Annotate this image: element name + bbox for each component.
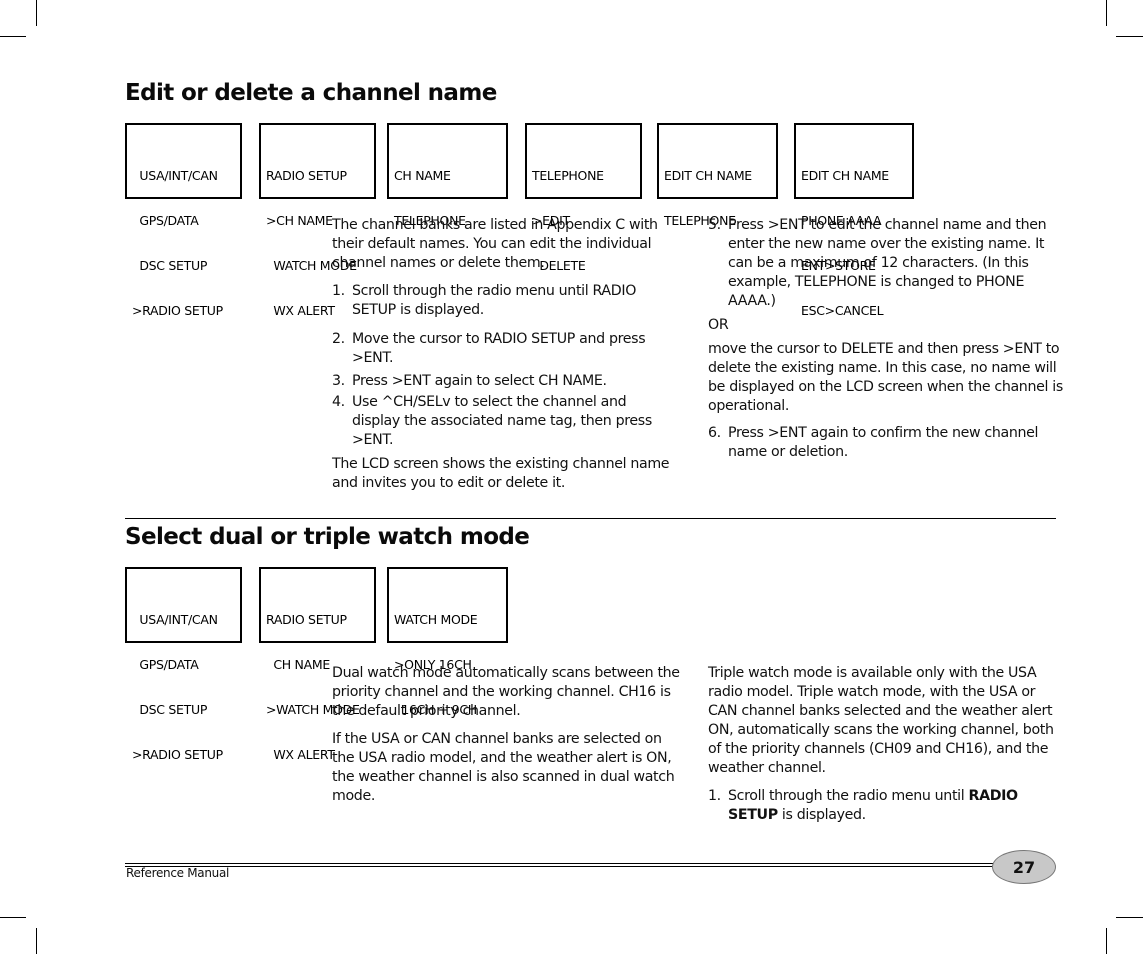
step-item: 1. Scroll through the radio menu until R… [708, 787, 1058, 825]
lcd-line: USA/INT/CAN [132, 612, 218, 627]
crop-mark-top-right-h [1116, 36, 1143, 37]
lcd-screen: RADIO SETUP >CH NAME WATCH MODE WX ALERT [259, 123, 376, 318]
lcd-line: RADIO SETUP [266, 612, 347, 627]
intro-paragraph: The channel banks are listed in Appendix… [332, 217, 658, 271]
step-text: Scroll through the radio menu until RADI… [728, 787, 1058, 825]
step-text: Press >ENT again to select CH NAME. [352, 373, 607, 389]
footer-double-rule [125, 863, 995, 867]
step-number: 1. [332, 283, 345, 299]
lcd-line: WATCH MODE [394, 612, 478, 627]
step-item: 2. Move the cursor to RADIO SETUP and pr… [332, 330, 677, 368]
step-text: Press >ENT to edit the channel name and … [728, 217, 1047, 309]
lcd-line: EDIT CH NAME [664, 168, 752, 183]
lcd-screen: USA/INT/CAN GPS/DATA DSC SETUP >RADIO SE… [125, 567, 242, 762]
crop-mark-bottom-right-v [1106, 928, 1107, 954]
page-number: 27 [1012, 857, 1036, 877]
step-text: Move the cursor to RADIO SETUP and press… [352, 331, 646, 366]
step-text: Press >ENT again to confirm the new chan… [728, 425, 1039, 460]
lcd-screen: RADIO SETUP CH NAME >WATCH MODE WX ALERT [259, 567, 376, 762]
lcd-line: CH NAME [394, 168, 451, 183]
crop-mark-bottom-right-h [1116, 917, 1143, 918]
crop-mark-bottom-left-v [36, 928, 37, 954]
section-title-edit-channel-name: Edit or delete a channel name [125, 80, 497, 106]
step-number: 1. [708, 788, 721, 804]
step-item: 4. Use ^CH/SELv to select the channel an… [332, 393, 677, 450]
crop-mark-bottom-left-h [0, 917, 26, 918]
section2-right-column: Triple watch mode is available only with… [708, 664, 1058, 830]
step-number: 4. [332, 394, 345, 410]
page-number-badge: 27 [992, 850, 1056, 884]
step-number: 3. [332, 373, 345, 389]
note-paragraph: The LCD screen shows the existing channe… [332, 456, 670, 491]
lcd-line: USA/INT/CAN [132, 168, 218, 183]
section2-left-column: Dual watch mode automatically scans betw… [332, 664, 682, 815]
step-item: 3. Press >ENT again to select CH NAME. [332, 372, 677, 391]
lcd-line: >RADIO SETUP [132, 747, 223, 762]
lcd-line: RADIO SETUP [266, 168, 347, 183]
lcd-line: GPS/DATA [132, 213, 199, 228]
step-item: 1. Scroll through the radio menu until R… [332, 282, 677, 320]
lcd-line: >RADIO SETUP [132, 303, 223, 318]
alternate-paragraph: move the cursor to DELETE and then press… [708, 341, 1063, 414]
lcd-screen: EDIT CH NAME TELEPHONE [657, 123, 778, 228]
step-number: 6. [708, 425, 721, 441]
section-divider [125, 518, 1056, 519]
paragraph: Triple watch mode is available only with… [708, 665, 1054, 776]
step-text: Scroll through the radio menu until RADI… [352, 283, 637, 318]
lcd-line: EDIT CH NAME [801, 168, 889, 183]
or-label: OR [708, 317, 729, 333]
lcd-screen: CH NAME TELEPHONE [387, 123, 508, 228]
step-item: 5. Press >ENT to edit the channel name a… [708, 216, 1063, 311]
lcd-line: DSC SETUP [132, 702, 208, 717]
section1-left-column: The channel banks are listed in Appendix… [332, 216, 677, 502]
lcd-screen: TELEPHONE >EDIT DELETE [525, 123, 642, 273]
lcd-screen: EDIT CH NAME PHONE AAAA ENT>STORE ESC>CA… [794, 123, 914, 318]
section1-right-column: 5. Press >ENT to edit the channel name a… [708, 216, 1063, 467]
crop-mark-top-left-h [0, 36, 26, 37]
crop-mark-top-right-v [1106, 0, 1107, 26]
lcd-line: DSC SETUP [132, 258, 208, 273]
lcd-line: TELEPHONE [532, 168, 604, 183]
step-item: 6. Press >ENT again to confirm the new c… [708, 424, 1063, 462]
step-number: 5. [708, 217, 721, 233]
lcd-screen: WATCH MODE >ONLY 16CH 16CH + 9CH [387, 567, 508, 717]
footer-label: Reference Manual [126, 866, 230, 880]
lcd-line: GPS/DATA [132, 657, 199, 672]
step-text-pre: Scroll through the radio menu until [728, 788, 969, 804]
lcd-screen: USA/INT/CAN GPS/DATA DSC SETUP >RADIO SE… [125, 123, 242, 318]
step-text: Use ^CH/SELv to select the channel and d… [352, 394, 652, 448]
step-text-post: is displayed. [777, 807, 866, 823]
section-title-watch-mode: Select dual or triple watch mode [125, 524, 530, 550]
paragraph: Dual watch mode automatically scans betw… [332, 665, 680, 719]
step-number: 2. [332, 331, 345, 347]
paragraph: If the USA or CAN channel banks are sele… [332, 731, 675, 804]
crop-mark-top-left-v [36, 0, 37, 26]
